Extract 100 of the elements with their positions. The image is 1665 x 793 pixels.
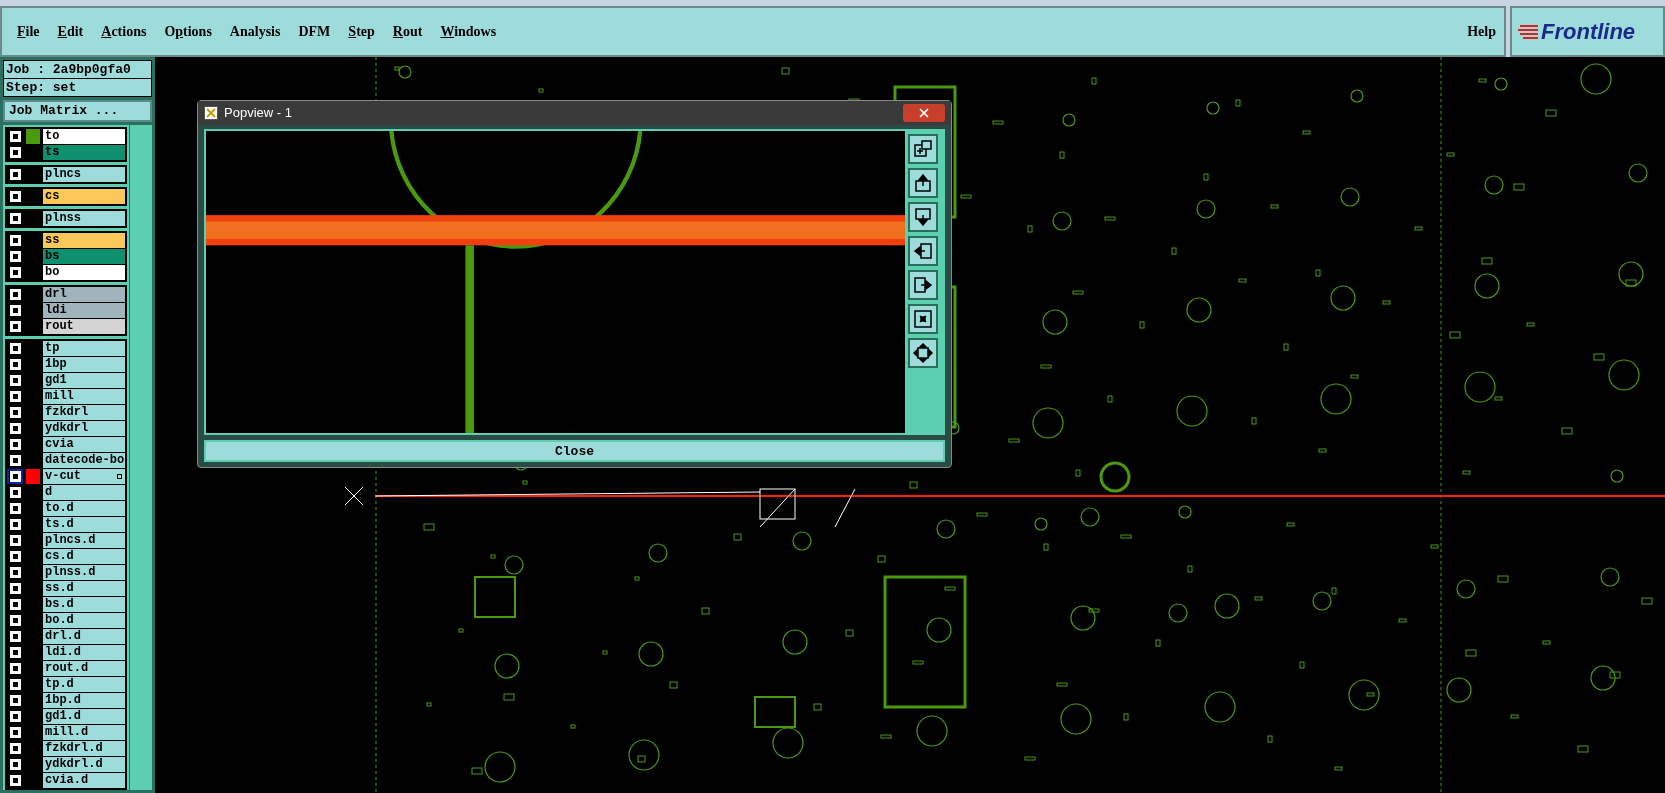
layer-select-frame[interactable]	[7, 501, 23, 516]
view-tool-button[interactable]	[908, 236, 938, 266]
layer-select-frame[interactable]	[7, 145, 23, 160]
layer-name[interactable]: drl	[43, 287, 125, 302]
layer-select-frame[interactable]	[7, 581, 23, 596]
layer-select-frame[interactable]	[7, 629, 23, 644]
layer-name[interactable]: bs	[43, 249, 125, 264]
layer-name[interactable]: bo	[43, 265, 125, 280]
layer-name[interactable]: ldi.d	[43, 645, 125, 660]
help-menu[interactable]: Help	[1467, 21, 1496, 42]
layer-name[interactable]: ldi	[43, 303, 125, 318]
layer-select-frame[interactable]	[7, 421, 23, 436]
layer-name[interactable]: ts.d	[43, 517, 125, 532]
layer-select-frame[interactable]	[7, 341, 23, 356]
layer-select-frame[interactable]	[7, 453, 23, 468]
layer-name[interactable]: plnss	[43, 211, 125, 226]
layer-select-frame[interactable]	[7, 319, 23, 334]
layer-select-frame[interactable]	[7, 357, 23, 372]
layer-name[interactable]: drl.d	[43, 629, 125, 644]
layer-name[interactable]: cs	[43, 189, 125, 204]
layer-name[interactable]: fzkdrl.d	[43, 741, 125, 756]
view-tool-button[interactable]	[908, 134, 938, 164]
layer-name[interactable]: v-cut	[43, 469, 125, 484]
layer-name[interactable]: ss.d	[43, 581, 125, 596]
menu-item[interactable]: DFM	[289, 21, 340, 42]
menu-item[interactable]: Actions	[92, 21, 156, 42]
layer-select-frame[interactable]	[7, 265, 23, 280]
layer-select-frame[interactable]	[7, 533, 23, 548]
layer-name[interactable]: mill	[43, 389, 125, 404]
menu-item[interactable]: Windows	[431, 21, 506, 42]
layer-name[interactable]: ts	[43, 145, 125, 160]
layer-name[interactable]: to	[43, 129, 125, 144]
layer-name[interactable]: cs.d	[43, 549, 125, 564]
layer-name[interactable]: gd1	[43, 373, 125, 388]
layer-select-frame[interactable]	[7, 725, 23, 740]
layer-select-frame[interactable]	[7, 549, 23, 564]
layer-select-frame[interactable]	[7, 373, 23, 388]
layer-select-frame[interactable]	[7, 485, 23, 500]
menu-item[interactable]: Rout	[383, 21, 432, 42]
layer-select-frame[interactable]	[7, 757, 23, 772]
menu-item[interactable]: Step	[339, 21, 384, 42]
view-tool-button[interactable]	[908, 270, 938, 300]
layer-select-frame[interactable]	[7, 645, 23, 660]
layer-select-frame[interactable]	[7, 389, 23, 404]
layer-name[interactable]: tp.d	[43, 677, 125, 692]
layer-select-frame[interactable]	[7, 693, 23, 708]
window-icon	[913, 139, 933, 159]
layer-select-frame[interactable]	[7, 167, 23, 182]
close-window-button[interactable]	[903, 104, 945, 122]
layer-name[interactable]: 1bp.d	[43, 693, 125, 708]
view-tool-button[interactable]	[908, 168, 938, 198]
view-tool-button[interactable]	[908, 338, 938, 368]
layer-name[interactable]: cvia.d	[43, 773, 125, 788]
layer-name[interactable]: ss	[43, 233, 125, 248]
menu-item[interactable]: File	[8, 21, 49, 42]
layer-name[interactable]: plncs.d	[43, 533, 125, 548]
layer-name[interactable]: to.d	[43, 501, 125, 516]
layer-name[interactable]: tp	[43, 341, 125, 356]
layer-select-frame[interactable]	[7, 189, 23, 204]
view-tool-button[interactable]	[908, 304, 938, 334]
layer-name[interactable]: 1bp	[43, 357, 125, 372]
layer-select-frame[interactable]	[7, 597, 23, 612]
layer-select-frame[interactable]	[7, 249, 23, 264]
layer-name[interactable]: ydkdrl	[43, 421, 125, 436]
layer-name[interactable]: rout.d	[43, 661, 125, 676]
job-matrix-button[interactable]: Job Matrix ...	[3, 100, 152, 122]
close-button[interactable]: Close	[204, 440, 945, 462]
layer-select-frame[interactable]	[7, 405, 23, 420]
layer-select-frame[interactable]	[7, 303, 23, 318]
layer-name[interactable]: gd1.d	[43, 709, 125, 724]
layer-select-frame[interactable]	[7, 129, 23, 144]
layer-select-frame[interactable]	[7, 437, 23, 452]
layer-name[interactable]: bo.d	[43, 613, 125, 628]
layer-name[interactable]: plncs	[43, 167, 125, 182]
layer-name[interactable]: cvia	[43, 437, 125, 452]
layer-select-frame[interactable]	[7, 677, 23, 692]
layer-select-frame[interactable]	[7, 233, 23, 248]
layer-toggle-square	[9, 289, 21, 300]
layer-select-frame[interactable]	[7, 211, 23, 226]
layer-select-frame[interactable]	[7, 741, 23, 756]
layer-select-frame[interactable]	[7, 661, 23, 676]
layer-select-frame[interactable]	[7, 469, 23, 484]
layer-name[interactable]: mill.d	[43, 725, 125, 740]
menu-item[interactable]: Options	[155, 21, 221, 42]
layer-select-frame[interactable]	[7, 517, 23, 532]
layer-name[interactable]: bs.d	[43, 597, 125, 612]
layer-name[interactable]: ydkdrl.d	[43, 757, 125, 772]
layer-name[interactable]: plnss.d	[43, 565, 125, 580]
layer-name[interactable]: d	[43, 485, 125, 500]
layer-select-frame[interactable]	[7, 287, 23, 302]
layer-select-frame[interactable]	[7, 613, 23, 628]
layer-name[interactable]: datecode-bo	[43, 453, 125, 468]
layer-name[interactable]: rout	[43, 319, 125, 334]
layer-name[interactable]: fzkdrl	[43, 405, 125, 420]
layer-select-frame[interactable]	[7, 709, 23, 724]
layer-select-frame[interactable]	[7, 773, 23, 788]
menu-item[interactable]: Edit	[48, 21, 93, 42]
view-tool-button[interactable]	[908, 202, 938, 232]
menu-item[interactable]: Analysis	[220, 21, 290, 42]
layer-select-frame[interactable]	[7, 565, 23, 580]
